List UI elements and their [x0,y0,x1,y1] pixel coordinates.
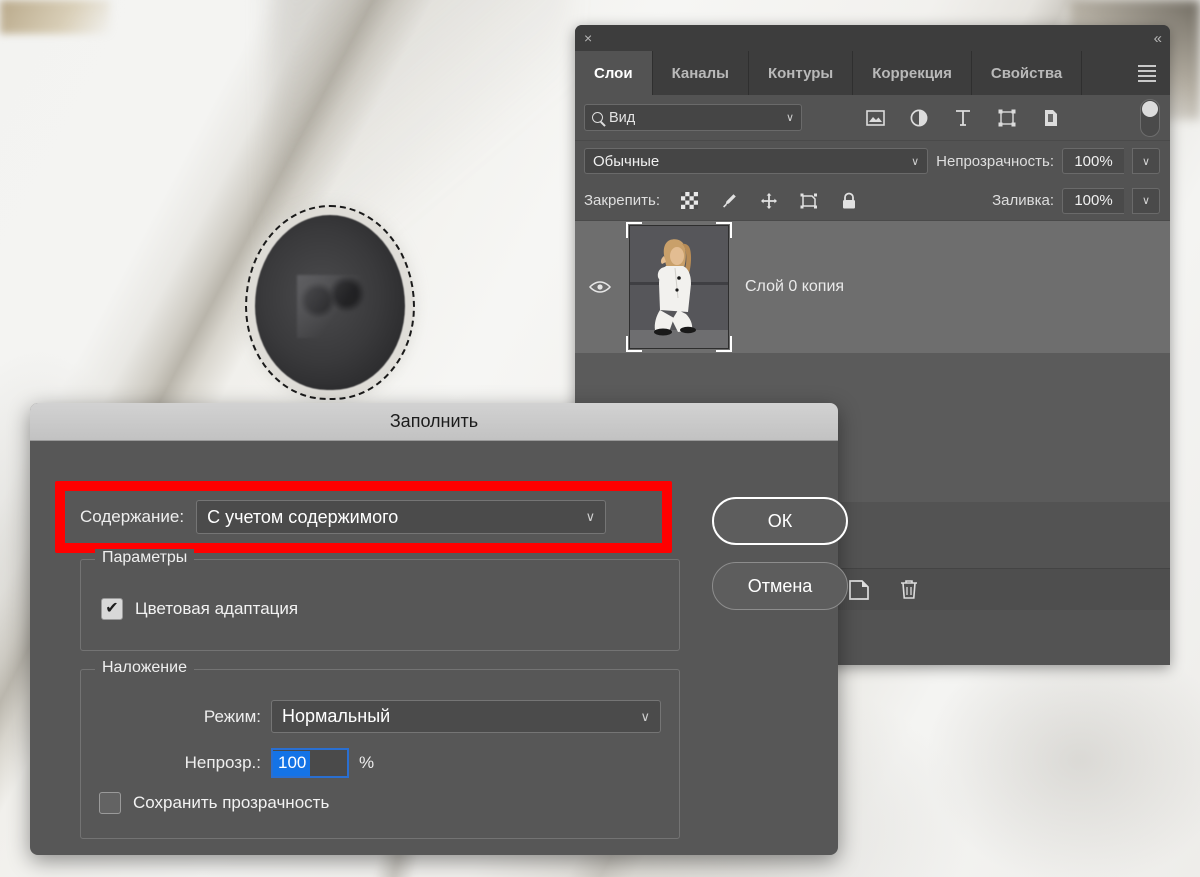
blending-legend: Наложение [95,659,194,677]
tab-layers[interactable]: Слои [575,51,653,95]
lock-icons [678,190,860,212]
layer-filter-value: Вид [609,110,635,126]
dialog-opacity-value: 100 [273,751,310,776]
collapse-panel-icon[interactable]: « [1154,30,1160,47]
opacity-input[interactable]: 100% [1062,148,1124,174]
blend-mode-select[interactable]: Обычные ∨ [584,148,928,174]
preserve-transparency-label: Сохранить прозрачность [133,793,329,813]
adjustment-layer-icon[interactable] [908,107,930,129]
lock-all-icon[interactable] [838,190,860,212]
lock-label: Закрепить: [584,192,660,209]
preserve-transparency-row[interactable]: Сохранить прозрачность [99,792,329,814]
content-value: С учетом содержимого [207,507,398,528]
dialog-titlebar: Заполнить [30,403,838,441]
thumbnail-corner [716,222,732,238]
layer-thumbnail[interactable] [629,225,729,349]
thumbnail-corner [716,336,732,352]
chevron-down-icon: ∨ [626,709,650,725]
search-icon [592,112,603,123]
lock-image-pixels-icon[interactable] [718,190,740,212]
content-row: Содержание: С учетом содержимого ∨ [80,499,650,535]
blend-mode-row: Обычные ∨ Непрозрачность: 100% ∨ [575,141,1170,181]
layer-filter-select[interactable]: Вид ∨ [584,104,802,131]
thumbnail-corner [626,336,642,352]
chevron-down-icon: ∨ [786,111,794,124]
params-fieldset: Параметры ✔ Цветовая адаптация [80,559,680,651]
lock-artboard-nesting-icon[interactable] [798,190,820,212]
fill-input[interactable]: 100% [1062,188,1124,214]
fill-label: Заливка: [992,192,1054,209]
selected-button-region [255,215,405,390]
mode-value: Нормальный [282,706,390,727]
layer-row[interactable]: Слой 0 копия [575,221,1170,353]
content-label: Содержание: [80,507,184,527]
dialog-opacity-input[interactable]: 100 [271,748,349,778]
hamburger-icon [1138,62,1156,85]
ok-button[interactable]: ОК [712,497,848,545]
cancel-button[interactable]: Отмена [712,562,848,610]
toggle-knob [1142,101,1158,117]
fill-dialog[interactable]: Заполнить Содержание: С учетом содержимо… [30,403,838,855]
lock-transparent-pixels-icon[interactable] [678,190,700,212]
opacity-stepper[interactable]: ∨ [1132,148,1160,174]
tab-adjustments[interactable]: Коррекция [853,51,972,95]
dialog-title: Заполнить [390,411,478,432]
layer-filter-type-icons [864,107,1062,129]
percent-sign: % [359,753,374,773]
mode-row: Режим: Нормальный ∨ [99,700,661,733]
opacity-row: Непрозр.: 100 % [99,748,374,778]
mode-label: Режим: [99,707,261,727]
blending-fieldset: Наложение Режим: Нормальный ∨ Непрозр.: … [80,669,680,839]
dialog-body: Содержание: С учетом содержимого ∨ Парам… [30,441,838,855]
woman-in-white-suit-thumbnail [630,226,728,348]
blend-mode-value: Обычные [593,153,659,170]
chevron-down-icon: ∨ [572,509,596,525]
new-layer-icon[interactable] [847,578,871,602]
shape-layer-icon[interactable] [996,107,1018,129]
chevron-down-icon: ∨ [911,155,919,168]
dialog-opacity-label: Непрозр.: [99,753,261,773]
type-layer-icon[interactable] [952,107,974,129]
preserve-transparency-checkbox[interactable] [99,792,121,814]
color-adaptation-label: Цветовая адаптация [135,599,298,619]
content-select[interactable]: С учетом содержимого ∨ [196,500,606,534]
close-icon[interactable]: × [584,31,592,45]
lock-position-icon[interactable] [758,190,780,212]
panel-tabs: Слои Каналы Контуры Коррекция Свойства [575,51,1170,95]
tab-paths[interactable]: Контуры [749,51,853,95]
color-adaptation-row[interactable]: ✔ Цветовая адаптация [101,598,298,620]
lock-row: Закрепить: Заливка: 100% ∨ [575,181,1170,221]
panel-menu-button[interactable] [1124,51,1170,95]
panel-titlebar: × « [575,25,1170,51]
pixel-layer-icon[interactable] [864,107,886,129]
eye-icon [589,280,611,294]
tab-properties[interactable]: Свойства [972,51,1082,95]
smart-object-icon[interactable] [1040,107,1062,129]
filter-enable-toggle[interactable] [1140,99,1160,137]
layer-filter-row: Вид ∨ [575,95,1170,141]
tab-channels[interactable]: Каналы [653,51,749,95]
mode-select[interactable]: Нормальный ∨ [271,700,661,733]
opacity-label: Непрозрачность: [936,153,1054,170]
layer-visibility-toggle[interactable] [587,280,613,294]
layer-name[interactable]: Слой 0 копия [745,278,844,296]
thumbnail-corner [626,222,642,238]
color-adaptation-checkbox[interactable]: ✔ [101,598,123,620]
fill-stepper[interactable]: ∨ [1132,188,1160,214]
delete-layer-icon[interactable] [897,578,921,602]
params-legend: Параметры [95,549,194,567]
fabric-highlight [0,0,110,34]
